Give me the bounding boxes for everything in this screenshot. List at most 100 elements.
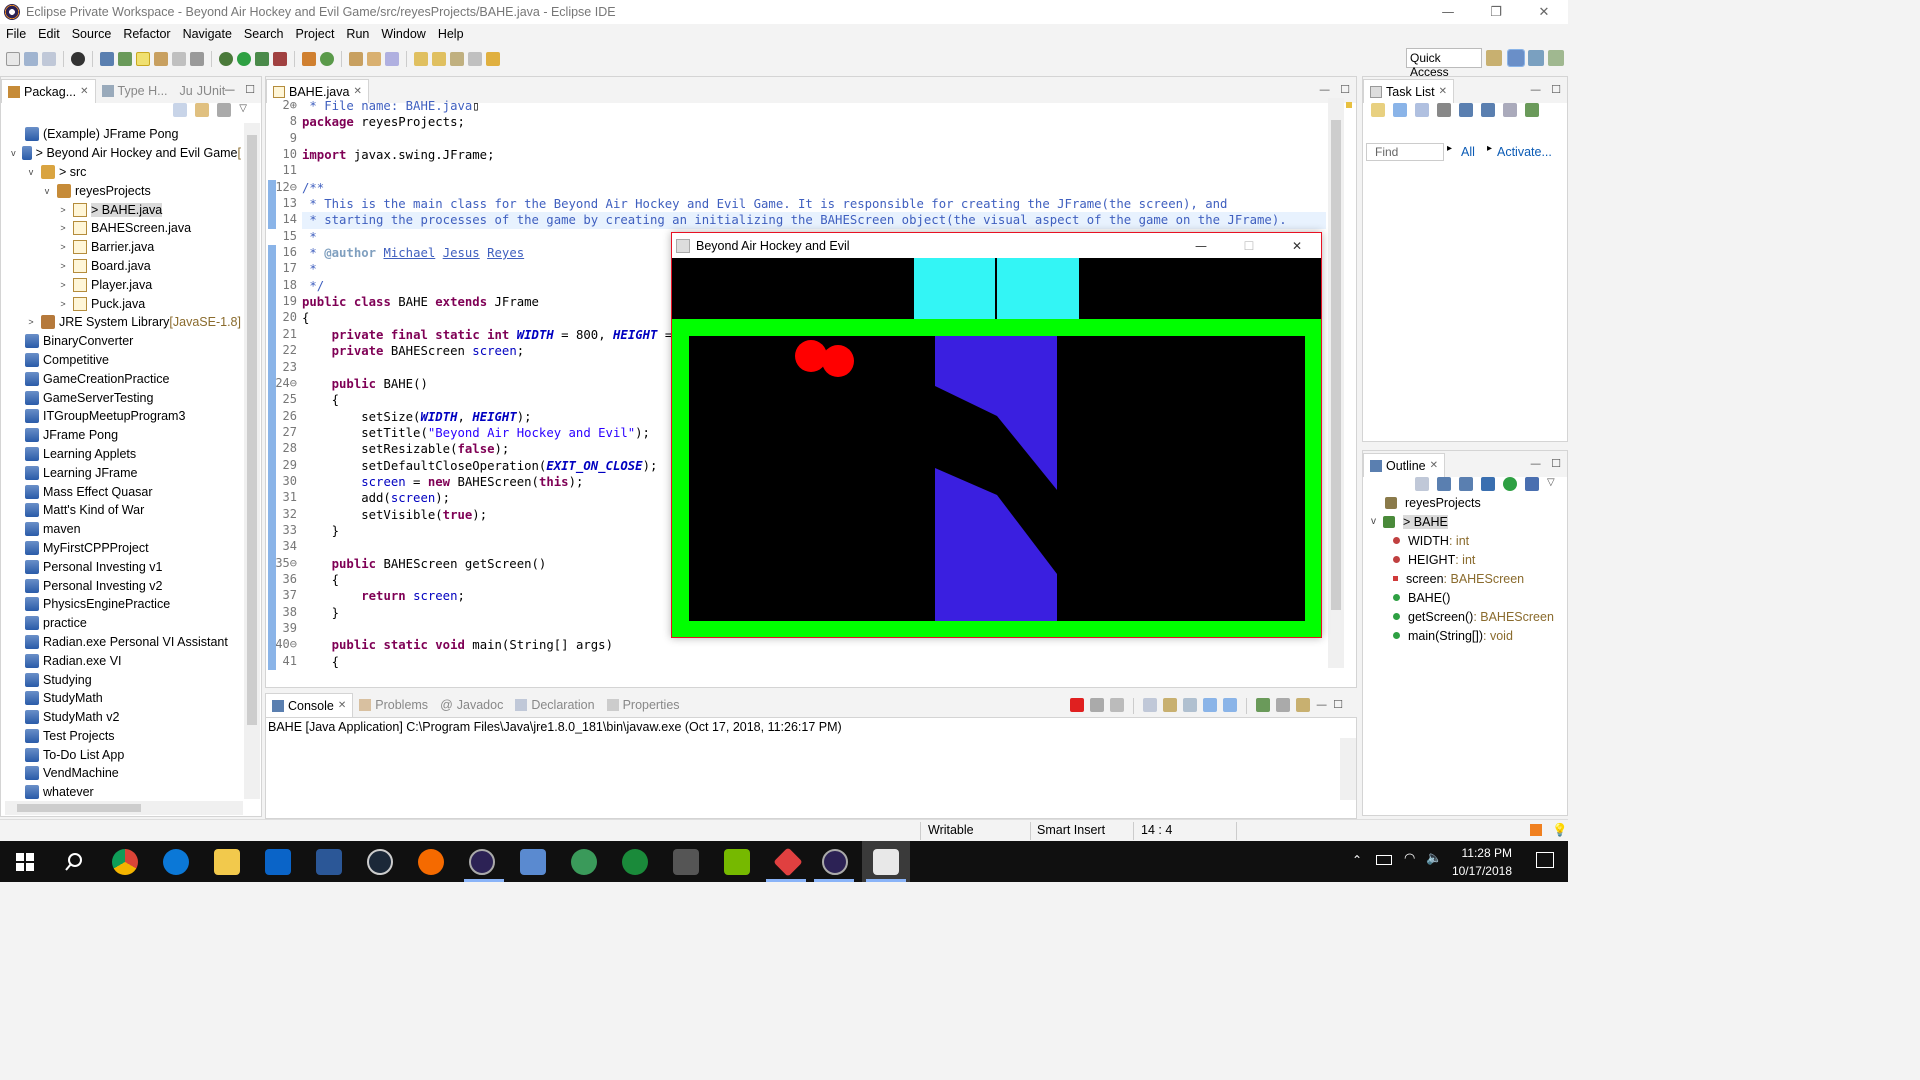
- back-icon[interactable]: [450, 52, 464, 66]
- menu-navigate[interactable]: Navigate: [177, 27, 238, 41]
- task-repositories-icon[interactable]: [1525, 103, 1539, 117]
- notifications-icon[interactable]: [1536, 852, 1554, 868]
- expand-twisty-icon[interactable]: >: [57, 261, 69, 271]
- eclipse-icon[interactable]: [469, 849, 495, 875]
- sort-icon[interactable]: [1437, 477, 1451, 491]
- tree-item[interactable]: BinaryConverter: [5, 332, 241, 351]
- tree-item[interactable]: To-Do List App: [5, 745, 241, 764]
- word-wrap-icon[interactable]: [1183, 698, 1198, 712]
- steam-icon[interactable]: [367, 849, 393, 875]
- tree-item[interactable]: > Barrier.java: [5, 238, 241, 257]
- new-java-project-icon[interactable]: [302, 52, 316, 66]
- tab-task-list[interactable]: Task List ✕: [1363, 79, 1455, 103]
- battery-icon[interactable]: [1376, 855, 1392, 865]
- show-hidden-icons-icon[interactable]: ⌃: [1352, 853, 1362, 867]
- outline-item[interactable]: v > BAHE: [1371, 512, 1567, 531]
- hide-static-icon[interactable]: [1481, 477, 1495, 491]
- find-options-icon[interactable]: ▸: [1447, 143, 1452, 154]
- tab-outline[interactable]: Outline ✕: [1363, 453, 1445, 477]
- minimize-view-icon[interactable]: —: [224, 83, 235, 96]
- overview-ruler-marker[interactable]: [1346, 102, 1352, 108]
- minimize-button[interactable]: —: [1424, 0, 1472, 24]
- tree-item[interactable]: Matt's Kind of War: [5, 501, 241, 520]
- debug-perspective-icon[interactable]: [1528, 50, 1544, 66]
- tree-item[interactable]: > JRE System Library [JavaSE-1.8]: [5, 313, 241, 332]
- tree-item[interactable]: StudyMath: [5, 689, 241, 708]
- tree-item[interactable]: v reyesProjects: [5, 181, 241, 200]
- game-window[interactable]: Beyond Air Hockey and Evil — ☐ ✕: [671, 232, 1322, 638]
- quick-access-field[interactable]: Quick Access: [1406, 48, 1482, 79]
- network-app-icon[interactable]: [520, 849, 546, 875]
- restore-button[interactable]: ❐: [1472, 0, 1520, 24]
- git-icon[interactable]: [773, 847, 803, 877]
- all-link[interactable]: All: [1461, 145, 1475, 159]
- expand-twisty-icon[interactable]: >: [57, 280, 69, 290]
- menu-edit[interactable]: Edit: [32, 27, 66, 41]
- tree-item[interactable]: StudyMath v2: [5, 708, 241, 727]
- windows-start-icon[interactable]: [16, 853, 34, 871]
- show-stdout-icon[interactable]: [1203, 698, 1218, 712]
- close-tab-icon[interactable]: ✕: [338, 700, 346, 711]
- tree-item[interactable]: > Board.java: [5, 257, 241, 276]
- word-icon[interactable]: [316, 849, 342, 875]
- expand-twisty-icon[interactable]: v: [41, 186, 53, 196]
- remove-launch-icon[interactable]: [1090, 698, 1105, 712]
- tab-declaration[interactable]: Declaration: [509, 693, 600, 717]
- expand-twisty-icon[interactable]: >: [57, 299, 69, 309]
- open-console-icon[interactable]: [1296, 698, 1311, 712]
- mark-occurrences-icon[interactable]: [136, 52, 150, 66]
- focus-icon[interactable]: [217, 103, 232, 117]
- java-icon[interactable]: [873, 849, 899, 875]
- tree-item[interactable]: Personal Investing v2: [5, 576, 241, 595]
- save-icon[interactable]: [24, 52, 38, 66]
- tree-item[interactable]: Studying: [5, 670, 241, 689]
- chrome-icon[interactable]: [112, 849, 138, 875]
- search-icon[interactable]: [64, 852, 84, 872]
- tree-item[interactable]: MyFirstCPPProject: [5, 539, 241, 558]
- tree-item[interactable]: > Puck.java: [5, 294, 241, 313]
- tree-item[interactable]: Test Projects: [5, 727, 241, 746]
- tree-item[interactable]: v > src: [5, 163, 241, 182]
- terminate-icon[interactable]: [1070, 698, 1085, 712]
- maximize-view-icon[interactable]: ☐: [1551, 83, 1561, 96]
- debug-icon[interactable]: [219, 52, 233, 66]
- nvidia-icon[interactable]: [724, 849, 750, 875]
- expand-twisty-icon[interactable]: v: [9, 148, 18, 158]
- wifi-icon[interactable]: ◠: [1404, 851, 1415, 866]
- tree-item[interactable]: ITGroupMeetupProgram3: [5, 407, 241, 426]
- package-tree-scrollbar[interactable]: [244, 123, 260, 799]
- new-icon[interactable]: [6, 52, 20, 66]
- xbox-icon[interactable]: [622, 849, 648, 875]
- expand-twisty-icon[interactable]: >: [57, 223, 69, 233]
- menu-project[interactable]: Project: [290, 27, 341, 41]
- expand-twisty-icon[interactable]: >: [57, 242, 69, 252]
- task-find-input[interactable]: Find: [1366, 143, 1444, 161]
- tree-item[interactable]: Learning Applets: [5, 445, 241, 464]
- close-tab-icon[interactable]: ✕: [1439, 86, 1447, 97]
- scheduled-icon[interactable]: [1415, 103, 1429, 117]
- file-explorer-icon[interactable]: [214, 849, 240, 875]
- tab-properties[interactable]: Properties: [601, 693, 686, 717]
- tree-item[interactable]: > BAHEScreen.java: [5, 219, 241, 238]
- next-annotation-icon[interactable]: [414, 52, 428, 66]
- outline-item[interactable]: BAHE(): [1371, 588, 1567, 607]
- debug-skip-icon[interactable]: [71, 52, 85, 66]
- maximize-editor-icon[interactable]: ☐: [1340, 83, 1350, 96]
- outline-item[interactable]: HEIGHT : int: [1371, 550, 1567, 569]
- system-clock[interactable]: 11:28 PM 10/17/2018: [1452, 844, 1512, 880]
- categorized-icon[interactable]: [1393, 103, 1407, 117]
- link-icon[interactable]: [118, 52, 132, 66]
- prev-annotation-icon[interactable]: [432, 52, 446, 66]
- external-tools-icon[interactable]: [273, 52, 287, 66]
- volume-icon[interactable]: 🔈: [1426, 851, 1442, 866]
- pin-console-icon[interactable]: [1256, 698, 1271, 712]
- package-tree-hscrollbar[interactable]: [5, 801, 243, 815]
- coverage-icon[interactable]: [255, 52, 269, 66]
- expand-twisty-icon[interactable]: v: [25, 167, 37, 177]
- outlook-icon[interactable]: [265, 849, 291, 875]
- menu-refactor[interactable]: Refactor: [117, 27, 176, 41]
- link-with-editor-icon[interactable]: [195, 103, 210, 117]
- hide-fields-icon[interactable]: [1459, 477, 1473, 491]
- outline-item[interactable]: WIDTH : int: [1371, 531, 1567, 550]
- tree-item[interactable]: Competitive: [5, 351, 241, 370]
